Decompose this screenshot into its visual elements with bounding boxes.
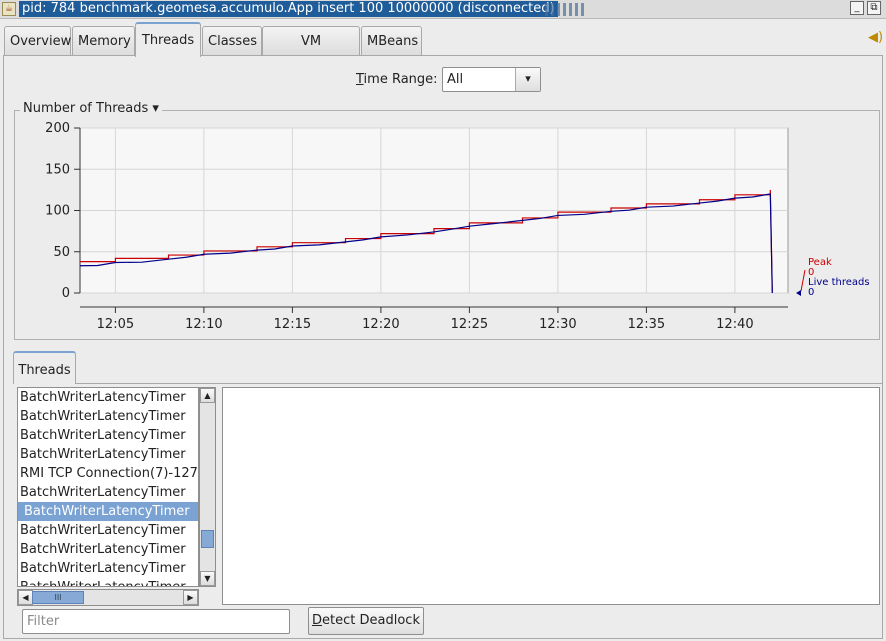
thread-list-item[interactable]: BatchWriterLatencyTimer (18, 540, 198, 559)
thread-list-item[interactable]: BatchWriterLatencyTimer (18, 559, 198, 578)
thread-list-item[interactable]: BatchWriterLatencyTimer (18, 426, 198, 445)
restore-button[interactable]: ⧉ (867, 1, 881, 15)
legend-peak-marker (800, 269, 806, 292)
x-tick-label: 12:05 (97, 317, 134, 330)
x-tick-label: 12:15 (274, 317, 311, 330)
thread-list-item[interactable]: BatchWriterLatencyTimer (18, 521, 198, 540)
tab-threads[interactable]: Threads (135, 22, 201, 57)
thread-list-item[interactable]: BatchWriterLatencyTimer (18, 578, 198, 586)
chart-title[interactable]: Number of Threads ▾ (20, 101, 162, 117)
titlebar-grip (545, 3, 585, 16)
tab-mbeans[interactable]: MBeans (361, 26, 422, 56)
thread-list-hscroll[interactable]: ◀ III ▶ (17, 589, 199, 606)
scroll-down-icon[interactable]: ▼ (200, 571, 215, 586)
thread-list-item[interactable]: BatchWriterLatencyTimer (18, 445, 198, 464)
vscroll-thumb[interactable] (201, 530, 214, 548)
thread-list-item[interactable]: BatchWriterLatencyTimer (18, 502, 198, 521)
tab-threads-list[interactable]: Threads (13, 351, 76, 384)
thread-list-vscroll[interactable]: ▲ ▼ (199, 387, 216, 587)
legend-live-marker (796, 290, 801, 296)
filter-input[interactable] (23, 610, 286, 632)
thread-list-item[interactable]: BatchWriterLatencyTimer (18, 388, 198, 407)
scroll-up-icon[interactable]: ▲ (200, 388, 215, 403)
hscroll-thumb[interactable]: III (32, 591, 84, 604)
y-tick-label: 50 (53, 245, 70, 260)
y-tick-label: 200 (45, 121, 70, 136)
time-range-label: Time Range: (356, 72, 438, 87)
tab-classes[interactable]: Classes (202, 26, 262, 56)
window-title: pid: 784 benchmark.geomesa.accumulo.App … (19, 1, 558, 17)
thread-list-item[interactable]: RMI TCP Connection(7)-127. (18, 464, 198, 483)
x-tick-label: 12:25 (451, 317, 488, 330)
scroll-left-icon[interactable]: ◀ (18, 590, 33, 605)
scroll-right-icon[interactable]: ▶ (183, 590, 198, 605)
x-tick-label: 12:30 (539, 317, 576, 330)
minimize-button[interactable]: _ (850, 1, 864, 15)
x-tick-label: 12:40 (716, 317, 753, 330)
legend-live-threads-label: Live threads (808, 277, 870, 288)
legend-live-threads-value: 0 (808, 287, 814, 298)
tab-vm-summary[interactable]: VM Summary (262, 26, 360, 79)
filter-field[interactable] (22, 609, 290, 634)
thread-list-item[interactable]: BatchWriterLatencyTimer (18, 483, 198, 502)
tab-memory[interactable]: Memory (72, 26, 135, 56)
y-tick-label: 150 (45, 162, 70, 177)
x-tick-label: 12:10 (185, 317, 222, 330)
java-app-icon: ☕ (2, 2, 16, 16)
time-range-value: All (447, 72, 464, 87)
thread-list[interactable]: BatchWriterLatencyTimer BatchWriterLatenc… (17, 387, 199, 587)
window-titlebar: ☕ pid: 784 benchmark.geomesa.accumulo.Ap… (0, 0, 886, 19)
threads-chart: 0 50 100 150 200 12:05 12:10 12:15 12:20 12:25 12:… (45, 121, 870, 330)
tab-overview[interactable]: Overview (4, 26, 71, 56)
x-tick-label: 12:35 (628, 317, 665, 330)
x-tick-label: 12:20 (362, 317, 399, 330)
time-range-select[interactable]: All ▾ (442, 67, 541, 92)
detect-deadlock-button[interactable]: Detect Deadlock (308, 607, 424, 635)
thread-list-item[interactable]: BatchWriterLatencyTimer (18, 407, 198, 426)
thread-detail-pane[interactable] (222, 387, 880, 605)
y-tick-label: 0 (62, 286, 70, 301)
speaker-icon[interactable]: ◀) (868, 30, 884, 45)
chevron-down-icon[interactable]: ▾ (515, 68, 540, 91)
y-tick-label: 100 (45, 204, 70, 219)
